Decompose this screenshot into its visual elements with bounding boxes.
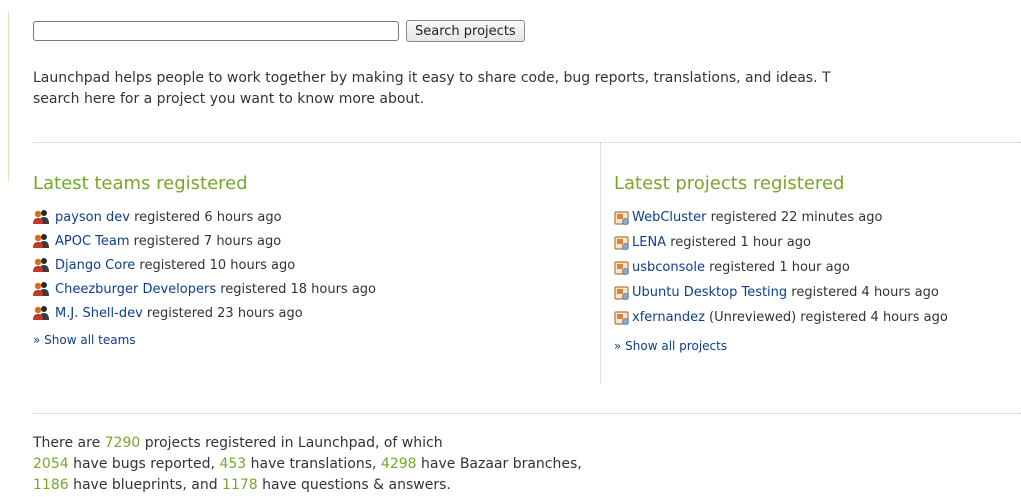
latest-projects-section: Latest projects registered WebCluster re…: [614, 173, 948, 353]
team-list-item: Cheezburger Developers registered 18 hou…: [33, 277, 376, 301]
translations-count: 453: [219, 456, 247, 472]
project-search-form: Search projects: [33, 20, 525, 42]
stats-line-3: 1186 have blueprints, and 1178 have ques…: [33, 475, 582, 496]
stats-text: have Bazaar branches,: [416, 456, 582, 472]
stats-line-1: There are 7290 projects registered in La…: [33, 433, 582, 454]
search-input[interactable]: [33, 21, 399, 41]
latest-projects-heading: Latest projects registered: [614, 173, 845, 194]
team-list-item: M.J. Shell-dev registered 23 hours ago: [33, 301, 376, 325]
team-link[interactable]: M.J. Shell-dev: [55, 306, 143, 321]
teams-list: payson dev registered 6 hours ago APOC T…: [33, 205, 376, 325]
blueprints-count: 1186: [33, 477, 69, 493]
latest-teams-section: Latest teams registered payson dev regis…: [33, 173, 376, 347]
team-link[interactable]: payson dev: [55, 210, 130, 225]
bottom-divider: [33, 413, 1021, 414]
project-registered-time: registered 1 hour ago: [666, 235, 811, 250]
project-list-item: xfernandez (Unreviewed) registered 4 hou…: [614, 305, 948, 330]
team-list-item: Django Core registered 10 hours ago: [33, 253, 376, 277]
team-icon: [33, 282, 49, 296]
team-icon: [33, 210, 49, 224]
project-registered-time: registered 1 hour ago: [704, 260, 850, 275]
project-icon: [614, 260, 629, 275]
intro-line-1: Launchpad helps people to work together …: [33, 70, 831, 86]
team-registered-time: registered 23 hours ago: [142, 305, 303, 321]
project-statistics: There are 7290 projects registered in La…: [33, 433, 582, 496]
stats-text: have bugs reported,: [68, 456, 220, 472]
team-link[interactable]: Cheezburger Developers: [55, 282, 216, 297]
project-link[interactable]: LENA: [632, 235, 666, 250]
team-list-item: APOC Team registered 7 hours ago: [33, 229, 376, 253]
bugs-count: 2054: [33, 456, 69, 472]
stats-line-2: 2054 have bugs reported, 453 have transl…: [33, 454, 582, 475]
stats-text: have questions & answers.: [257, 477, 451, 493]
project-list-item: WebCluster registered 22 minutes ago: [614, 205, 948, 230]
search-projects-button[interactable]: Search projects: [406, 20, 525, 42]
team-icon: [33, 306, 49, 320]
team-icon: [33, 234, 49, 248]
left-border-rule: [8, 12, 9, 182]
team-list-item: payson dev registered 6 hours ago: [33, 205, 376, 229]
project-icon: [614, 235, 629, 250]
project-registered-time: (Unreviewed) registered 4 hours ago: [704, 310, 948, 325]
show-all-projects-link[interactable]: » Show all projects: [614, 339, 948, 353]
show-all-teams-link[interactable]: » Show all teams: [33, 333, 376, 347]
project-list-item: LENA registered 1 hour ago: [614, 230, 948, 255]
project-icon: [614, 210, 629, 225]
project-icon: [614, 285, 629, 300]
team-registered-time: registered 10 hours ago: [135, 257, 296, 273]
project-link[interactable]: Ubuntu Desktop Testing: [632, 285, 787, 300]
project-list-item: usbconsole registered 1 hour ago: [614, 255, 948, 280]
project-link[interactable]: usbconsole: [632, 260, 705, 275]
project-registered-time: registered 22 minutes ago: [706, 210, 883, 225]
stats-text: There are: [33, 435, 105, 451]
team-link[interactable]: Django Core: [55, 258, 135, 273]
intro-line-2: search here for a project you want to kn…: [33, 91, 425, 107]
stats-text: have blueprints, and: [68, 477, 223, 493]
projects-list: WebCluster registered 22 minutes ago LEN…: [614, 205, 948, 330]
questions-count: 1178: [222, 477, 258, 493]
stats-text: have translations,: [246, 456, 381, 472]
latest-teams-heading: Latest teams registered: [33, 173, 248, 194]
project-link[interactable]: WebCluster: [632, 210, 706, 225]
project-icon: [614, 310, 629, 325]
team-link[interactable]: APOC Team: [55, 234, 130, 249]
project-registered-time: registered 4 hours ago: [787, 285, 939, 300]
column-divider: [600, 143, 601, 383]
team-registered-time: registered 7 hours ago: [129, 233, 282, 249]
top-divider: [33, 142, 1021, 143]
project-link[interactable]: xfernandez: [632, 310, 705, 325]
projects-count: 7290: [104, 435, 141, 451]
team-icon: [33, 258, 49, 272]
launchpad-front-page: Search projects Launchpad helps people t…: [0, 0, 1021, 497]
team-registered-time: registered 18 hours ago: [216, 281, 377, 297]
stats-text: projects registered in Launchpad, of whi…: [140, 435, 443, 451]
intro-text: Launchpad helps people to work together …: [33, 68, 1021, 110]
branches-count: 4298: [380, 456, 417, 472]
team-registered-time: registered 6 hours ago: [129, 209, 282, 225]
project-list-item: Ubuntu Desktop Testing registered 4 hour…: [614, 280, 948, 305]
